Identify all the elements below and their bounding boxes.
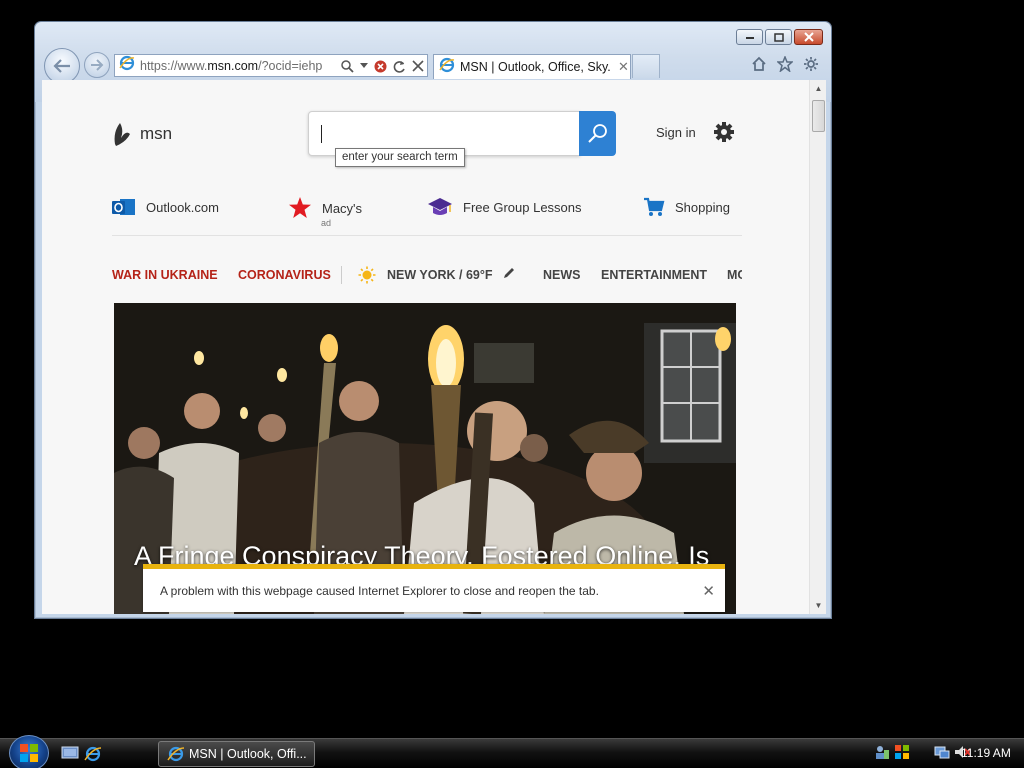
- address-bar[interactable]: https://www.msn.com/?ocid=iehp: [114, 54, 428, 77]
- maximize-button[interactable]: [765, 29, 792, 45]
- forward-button[interactable]: [84, 52, 110, 78]
- nav-separator: [341, 266, 342, 284]
- minimize-button[interactable]: [736, 29, 763, 45]
- address-tools: [341, 57, 424, 75]
- quick-link-shopping[interactable]: Shopping: [643, 196, 730, 218]
- favorites-star-icon[interactable]: [777, 56, 793, 72]
- shopping-cart-icon: [644, 197, 665, 216]
- users-tray-icon[interactable]: [874, 744, 890, 760]
- quick-link-macys[interactable]: Macy's ad: [288, 196, 363, 228]
- msn-logo[interactable]: msn: [112, 120, 172, 148]
- msn-butterfly-icon: [114, 123, 130, 146]
- scroll-down-arrow-icon[interactable]: ▼: [810, 597, 826, 614]
- ie-tab-icon: [439, 57, 455, 78]
- search-icon: [587, 123, 607, 143]
- back-arrow-icon: [53, 59, 70, 73]
- refresh-icon[interactable]: [393, 60, 406, 73]
- tab-close-icon[interactable]: ✕: [618, 59, 629, 75]
- taskbar-clock[interactable]: 11:19 AM: [961, 746, 1011, 760]
- page-content: msn enter your search term Sign in Outlo…: [42, 80, 826, 614]
- scroll-up-arrow-icon[interactable]: ▲: [810, 80, 826, 97]
- new-tab-button[interactable]: [632, 54, 660, 78]
- security-tray-icon[interactable]: [894, 744, 910, 760]
- sign-in-link[interactable]: Sign in: [656, 125, 696, 140]
- outlook-icon: [112, 199, 135, 215]
- quick-links-bar: Outlook.com Macy's ad Free Group Lessons…: [112, 196, 742, 236]
- ie-notification-bar: A problem with this webpage caused Inter…: [143, 564, 725, 612]
- internet-explorer-window: https://www.msn.com/?ocid=iehp MSN | Out…: [34, 21, 832, 619]
- ad-label: ad: [321, 218, 332, 228]
- close-icon: [803, 32, 814, 42]
- browser-tab[interactable]: MSN | Outlook, Office, Sky... ✕: [433, 54, 631, 79]
- quick-link-label: Free Group Lessons: [463, 199, 582, 215]
- search-button[interactable]: [579, 111, 616, 156]
- quick-link-label: Macy's: [322, 200, 363, 216]
- nav-entertainment[interactable]: ENTERTAINMENT: [601, 268, 707, 282]
- notification-close-icon[interactable]: ✕: [702, 582, 715, 600]
- graduation-cap-icon: [428, 198, 452, 215]
- maximize-icon: [773, 32, 784, 42]
- weather-sun-icon: [358, 266, 376, 286]
- system-tray: [874, 744, 972, 760]
- back-button[interactable]: [44, 48, 80, 84]
- address-url: https://www.msn.com/?ocid=iehp: [140, 58, 323, 73]
- nav-coronavirus[interactable]: CORONAVIRUS: [238, 268, 331, 282]
- quick-link-lessons[interactable]: Free Group Lessons: [427, 196, 582, 218]
- dropdown-arrow-icon[interactable]: [360, 63, 368, 69]
- tab-title: MSN | Outlook, Office, Sky...: [460, 60, 610, 74]
- settings-gear-icon[interactable]: [713, 121, 735, 148]
- command-icons: [751, 56, 819, 72]
- task-label: MSN | Outlook, Offi...: [189, 747, 307, 761]
- show-desktop-icon[interactable]: [61, 745, 79, 766]
- scroll-thumb[interactable]: [812, 100, 825, 132]
- close-window-button[interactable]: [794, 29, 823, 45]
- home-icon[interactable]: [751, 56, 767, 72]
- network-tray-icon[interactable]: [934, 744, 950, 760]
- start-button[interactable]: [9, 735, 49, 768]
- ie-task-icon: [167, 746, 185, 762]
- nav-weather[interactable]: NEW YORK / 69°F: [387, 268, 492, 282]
- quick-link-outlook[interactable]: Outlook.com: [112, 196, 219, 218]
- quick-link-label: Outlook.com: [146, 199, 219, 215]
- forward-arrow-icon: [91, 59, 104, 71]
- macys-star-icon: [289, 197, 311, 218]
- nav-more[interactable]: MO: [727, 268, 742, 282]
- search-icon[interactable]: [341, 59, 354, 73]
- ie-page-icon: [119, 55, 135, 76]
- nav-war-in-ukraine[interactable]: WAR IN UKRAINE: [112, 268, 218, 282]
- vertical-scrollbar[interactable]: ▲ ▼: [809, 80, 826, 614]
- windows-logo-icon: [20, 744, 38, 762]
- tools-gear-icon[interactable]: [803, 56, 819, 72]
- taskbar-ie-window-button[interactable]: MSN | Outlook, Offi...: [158, 741, 315, 767]
- msn-logo-text: msn: [140, 124, 173, 143]
- stop-icon[interactable]: [412, 60, 424, 72]
- news-nav-row: WAR IN UKRAINE CORONAVIRUS NEW YORK / 69…: [112, 266, 742, 286]
- text-caret: [321, 125, 322, 143]
- notification-text: A problem with this webpage caused Inter…: [160, 584, 599, 598]
- minimize-icon: [745, 37, 754, 39]
- tracking-protection-icon[interactable]: [374, 60, 387, 73]
- quick-link-label: Shopping: [675, 199, 730, 215]
- ie-quicklaunch-icon[interactable]: [84, 745, 102, 768]
- search-tooltip: enter your search term: [335, 148, 465, 167]
- taskbar: MSN | Outlook, Offi... 11:19 AM: [0, 735, 1024, 768]
- window-controls: [736, 29, 823, 45]
- edit-pencil-icon[interactable]: [502, 266, 516, 283]
- desktop: https://www.msn.com/?ocid=iehp MSN | Out…: [0, 0, 1024, 768]
- nav-news[interactable]: NEWS: [543, 268, 581, 282]
